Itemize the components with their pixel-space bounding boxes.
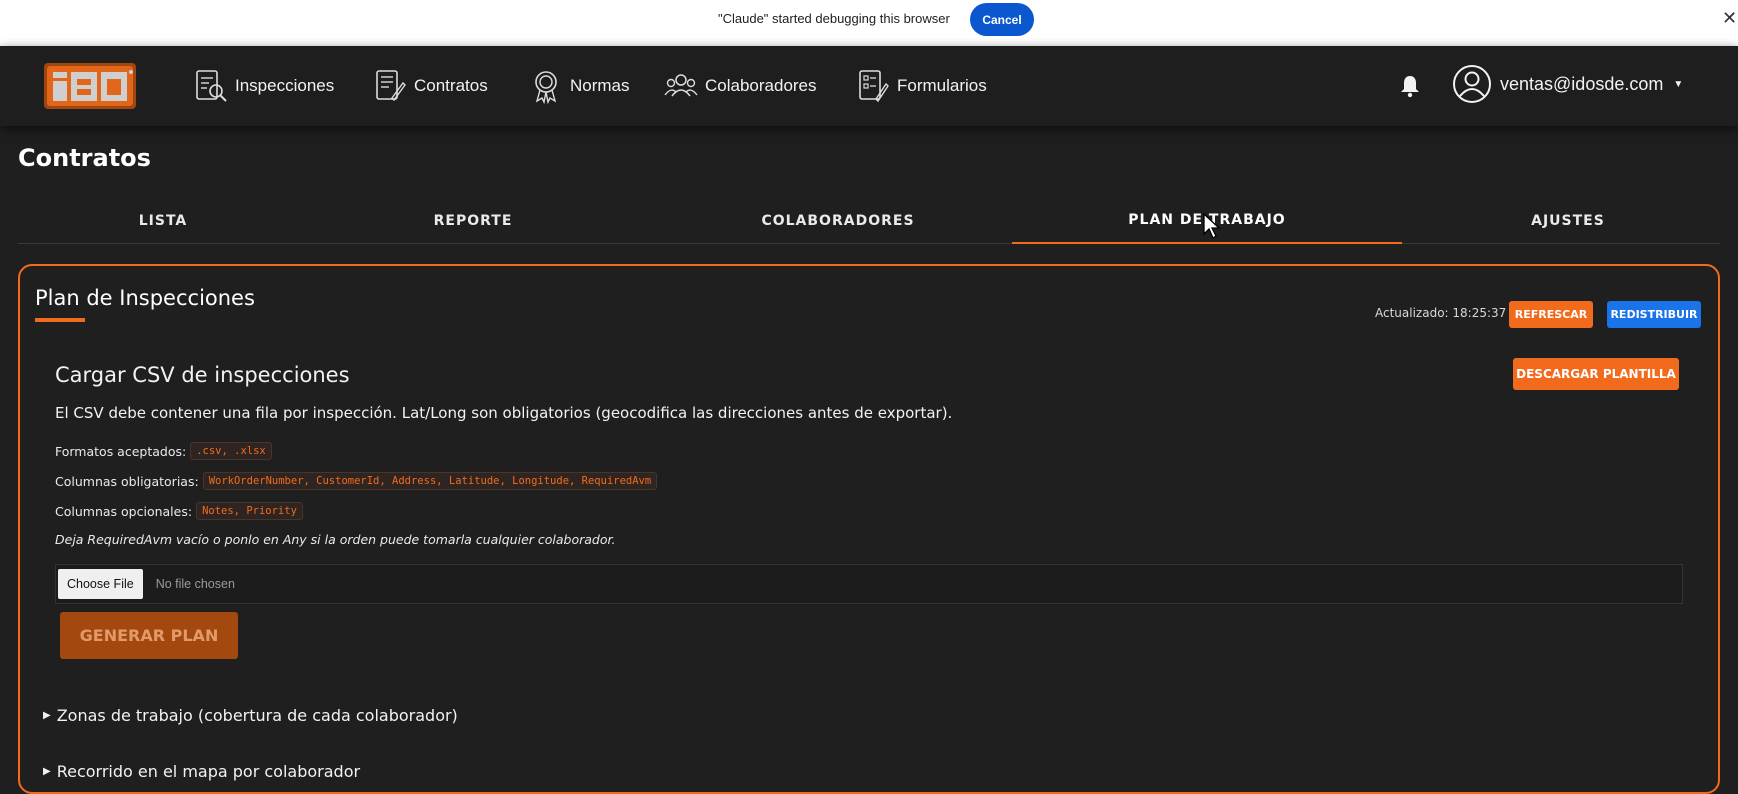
tab-lista[interactable]: LISTA [18,198,308,244]
chevron-down-icon: ▼ [1673,78,1684,90]
optional-columns-value: Notes, Priority [196,502,303,520]
nav-label: Normas [570,76,630,95]
nav-inspecciones[interactable]: Inspecciones [193,66,334,106]
nav-label: Inspecciones [235,76,335,95]
optional-columns-label: Columnas opcionales: [55,503,193,519]
tab-colaboradores[interactable]: COLABORADORES [643,198,1033,244]
csv-description: El CSV debe contener una fila por inspec… [55,404,953,422]
formats-value: .csv, .xlsx [190,442,272,460]
debugging-message: "Claude" started debugging this browser [718,11,950,26]
nav-colaboradores[interactable]: Colaboradores [663,66,817,106]
cancel-debugging-button[interactable]: Cancel [970,3,1034,36]
refresh-button[interactable]: REFRESCAR [1509,301,1593,328]
required-columns-value: WorkOrderNumber, CustomerId, Address, La… [202,472,658,490]
user-avatar-icon [1453,65,1491,103]
map-route-section[interactable]: ▶ Recorrido en el mapa por colaborador [43,762,360,781]
title-underline [35,318,85,322]
plan-title: Plan de Inspecciones [35,286,255,310]
work-zones-section[interactable]: ▶ Zonas de trabajo (cobertura de cada co… [43,706,458,725]
inspection-icon [196,70,227,102]
required-columns-row: Columnas obligatorias: WorkOrderNumber, … [55,472,658,490]
required-avm-hint: Deja RequiredAvm vacío o ponlo en Any si… [55,532,616,547]
section-label: Zonas de trabajo (cobertura de cada cola… [56,706,458,725]
mouse-cursor-icon [1203,212,1221,239]
choose-file-button[interactable]: Choose File [58,569,143,599]
badge-icon [535,71,557,104]
contract-icon [376,70,406,102]
nav-formularios[interactable]: Formularios [855,66,987,106]
redistribute-button[interactable]: REDISTRIBUIR [1607,301,1701,328]
file-status: No file chosen [155,577,235,591]
caret-right-icon: ▶ [43,766,51,777]
nav-label: Contratos [414,76,488,95]
brand-logo[interactable] [43,62,137,110]
required-columns-label: Columnas obligatorias: [55,473,199,489]
bell-icon[interactable] [1398,74,1422,98]
debugging-banner: "Claude" started debugging this browser … [0,0,1738,46]
updated-timestamp: Actualizado: 18:25:37 [1375,306,1507,320]
tab-ajustes[interactable]: AJUSTES [1418,198,1718,244]
formats-row: Formatos aceptados: .csv, .xlsx [55,442,272,460]
top-navbar: Inspecciones Contratos Normas Colaborado… [0,46,1738,126]
download-template-button[interactable]: DESCARGAR PLANTILLA [1513,358,1679,390]
people-icon [664,74,698,97]
nav-normas[interactable]: Normas [528,66,630,106]
caret-right-icon: ▶ [43,710,51,721]
formats-label: Formatos aceptados: [55,443,187,459]
contract-tabs: LISTA REPORTE COLABORADORES PLAN DE TRAB… [18,198,1720,244]
form-icon [859,70,889,103]
nav-label: Formularios [897,76,987,95]
plan-panel: Plan de Inspecciones Actualizado: 18:25:… [18,264,1720,794]
nav-contratos[interactable]: Contratos [372,66,488,106]
tab-reporte[interactable]: REPORTE [323,198,623,244]
close-icon[interactable]: ✕ [1722,8,1738,29]
user-email: ventas@idosde.com [1500,73,1664,94]
csv-section-title: Cargar CSV de inspecciones [55,363,350,387]
user-menu[interactable]: ventas@idosde.com ▼ [1452,64,1683,104]
generate-plan-button[interactable]: GENERAR PLAN [60,612,238,659]
csv-file-input[interactable]: Choose File No file chosen [55,564,1683,604]
optional-columns-row: Columnas opcionales: Notes, Priority [55,502,303,520]
section-label: Recorrido en el mapa por colaborador [56,762,361,781]
page-title: Contratos [18,144,151,172]
nav-label: Colaboradores [705,76,817,95]
